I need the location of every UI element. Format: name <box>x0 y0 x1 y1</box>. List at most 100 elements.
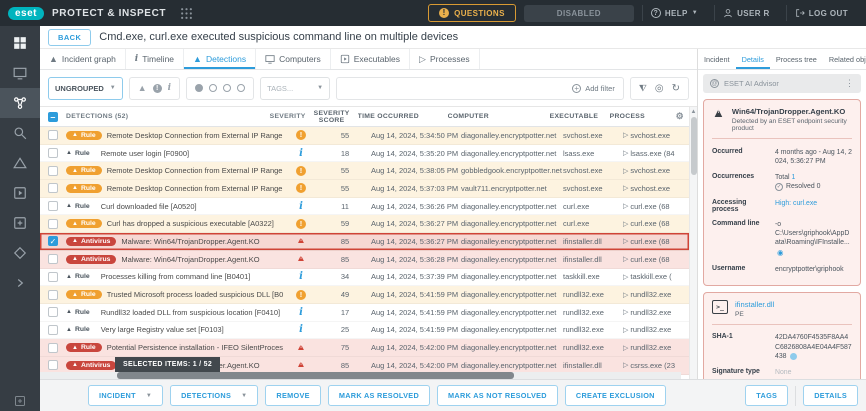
show-full-value-eye-icon[interactable]: ◉ <box>777 248 784 257</box>
tab-process-tree[interactable]: Process tree <box>770 49 823 69</box>
sidebar-item-installers[interactable] <box>0 208 40 238</box>
incident-action-button[interactable]: INCIDENT▼ <box>88 385 163 406</box>
table-settings-gear-icon[interactable]: ⚙ <box>676 111 687 122</box>
sidebar-item-automation[interactable] <box>0 238 40 268</box>
column-header-executable[interactable]: EXECUTABLE <box>550 113 610 120</box>
mark-as-not-resolved-button[interactable]: MARK AS NOT RESOLVED <box>437 385 558 406</box>
back-button[interactable]: BACK <box>48 29 91 46</box>
presets-icon[interactable]: ◎ <box>655 83 664 94</box>
mark-as-resolved-button[interactable]: MARK AS RESOLVED <box>328 385 430 406</box>
time-occurred: Aug 14, 2024, 5:41:59 PM <box>371 325 461 334</box>
table-row[interactable]: ▲RulePotential Persistence installation … <box>40 339 689 357</box>
tab-timeline[interactable]: iTimeline <box>126 49 184 69</box>
tab-related-objects[interactable]: Related objects <box>823 49 866 69</box>
table-row[interactable]: ✓▲AntivirusMalware: Win64/TrojanDropper.… <box>40 233 689 251</box>
tab-computers[interactable]: Computers <box>256 49 331 69</box>
row-checkbox[interactable] <box>48 290 58 300</box>
column-header-severity-score[interactable]: SEVERITY SCORE <box>306 110 358 124</box>
row-checkbox[interactable] <box>48 360 58 370</box>
row-checkbox[interactable] <box>48 183 58 193</box>
row-checkbox[interactable] <box>48 130 58 140</box>
row-checkbox[interactable] <box>48 343 58 353</box>
sidebar-item-incidents[interactable] <box>0 88 40 118</box>
status-filter-dot-3[interactable] <box>223 84 231 92</box>
tab-detections[interactable]: ▲Detections <box>184 49 256 69</box>
detections-action-button[interactable]: DETECTIONS▼ <box>170 385 258 406</box>
kebab-menu-icon[interactable]: ⋮ <box>845 78 854 89</box>
table-row[interactable]: ▲RuleRemote Desktop Connection from Exte… <box>40 162 689 180</box>
table-row[interactable]: ▲RuleCurl downloaded file [A0520]i11Aug … <box>40 198 689 216</box>
row-checkbox[interactable] <box>48 166 58 176</box>
row-checkbox[interactable] <box>48 307 58 317</box>
help-menu[interactable]: ? HELP ▼ <box>642 5 706 21</box>
collapse-panel-icon[interactable] <box>14 395 26 407</box>
sidebar-item-computers[interactable] <box>0 58 40 88</box>
row-checkbox[interactable] <box>48 272 58 282</box>
tab-incident[interactable]: Incident <box>698 49 736 69</box>
questions-label: QUESTIONS <box>454 9 505 18</box>
app-grid-icon[interactable] <box>180 7 193 20</box>
severity-warning-filter-icon[interactable]: ! <box>153 84 162 93</box>
column-header-process[interactable]: PROCESS <box>610 113 676 120</box>
sidebar-item-executables[interactable] <box>0 178 40 208</box>
questions-button[interactable]: ! QUESTIONS <box>428 4 516 22</box>
row-checkbox[interactable] <box>48 148 58 158</box>
table-row[interactable]: ▲RuleRemote Desktop Connection from Exte… <box>40 127 689 145</box>
status-filter-dot-2[interactable] <box>209 84 217 92</box>
column-header-computer[interactable]: COMPUTER <box>448 113 550 120</box>
select-all-checkbox[interactable]: – <box>48 112 58 122</box>
file-name-link[interactable]: ifinstaller.dll <box>735 300 774 309</box>
severity-info-filter-icon[interactable]: i <box>168 83 171 93</box>
table-row[interactable]: ▲RuleVery large Registry value set [F010… <box>40 322 689 340</box>
row-checkbox[interactable] <box>48 219 58 229</box>
tags-button[interactable]: TAGS <box>745 385 788 406</box>
status-filter-dot-1[interactable] <box>195 84 203 92</box>
vertical-scrollbar-thumb[interactable] <box>691 117 697 175</box>
row-checkbox[interactable] <box>48 201 58 211</box>
table-row[interactable]: ▲RuleRemote user login [F0900]i18Aug 14,… <box>40 145 689 163</box>
disabled-button[interactable]: DISABLED <box>524 5 634 22</box>
tags-select[interactable]: TAGS... ▼ <box>260 77 330 100</box>
sidebar-item-dashboard[interactable] <box>0 28 40 58</box>
sidebar-item-search[interactable] <box>0 118 40 148</box>
computer-name: diagonalley.encryptpotter.net <box>461 219 563 228</box>
status-filter-dot-4[interactable] <box>237 84 245 92</box>
detail-label: Occurred <box>712 148 770 167</box>
table-row[interactable]: ▲RuleCurl has dropped a suspicious execu… <box>40 215 689 233</box>
tab-executables[interactable]: Executables <box>331 49 410 69</box>
tab-incident-graph[interactable]: ▲Incident graph <box>40 49 126 69</box>
row-checkbox[interactable] <box>48 254 58 264</box>
user-menu[interactable]: USER R <box>714 5 778 21</box>
table-row[interactable]: ▲RuleProcesses killing from command line… <box>40 269 689 287</box>
scroll-up-icon[interactable]: ▲ <box>691 107 697 117</box>
column-header-detections[interactable]: DETECTIONS (52) <box>66 113 270 120</box>
sidebar-expand[interactable] <box>0 268 40 298</box>
horizontal-scrollbar-thumb[interactable] <box>117 372 514 379</box>
create-exclusion-button[interactable]: CREATE EXCLUSION <box>565 385 666 406</box>
table-row[interactable]: ▲RuleRundll32 loaded DLL from suspicious… <box>40 304 689 322</box>
process-cell: ▷lsass.exe (84 <box>623 149 689 158</box>
column-header-time-occurred[interactable]: TIME OCCURRED <box>358 113 448 120</box>
sidebar-item-detections[interactable] <box>0 148 40 178</box>
tab-processes[interactable]: ▷Processes <box>410 49 480 69</box>
horizontal-scrollbar[interactable] <box>40 372 681 379</box>
computer-name: diagonalley.encryptpotter.net <box>461 308 563 317</box>
column-header-severity[interactable]: SEVERITY <box>270 113 306 120</box>
tab-details[interactable]: Details <box>736 49 770 69</box>
row-checkbox[interactable]: ✓ <box>48 236 58 246</box>
remove-button[interactable]: REMOVE <box>265 385 320 406</box>
severity-critical-filter-icon[interactable]: ▲ <box>138 83 147 93</box>
table-row[interactable]: ▲AntivirusMalware: Win64/TrojanDropper.A… <box>40 251 689 269</box>
add-filter-field[interactable]: + Add filter <box>336 77 624 100</box>
reputation-icon[interactable] <box>790 353 797 360</box>
refresh-icon[interactable]: ↻ <box>672 83 680 94</box>
details-button[interactable]: DETAILS <box>803 385 858 406</box>
ai-advisor-button[interactable]: @ ESET AI Advisor ⋮ <box>703 74 861 93</box>
logout-button[interactable]: LOG OUT <box>786 5 856 21</box>
grouping-select[interactable]: UNGROUPED ▼ <box>48 77 123 100</box>
table-row[interactable]: ▲RuleRemote Desktop Connection from Exte… <box>40 180 689 198</box>
funnel-icon[interactable]: ⧨ <box>639 83 647 94</box>
row-checkbox[interactable] <box>48 325 58 335</box>
vertical-scrollbar[interactable]: ▲ <box>689 107 697 379</box>
table-row[interactable]: ▲RuleTrusted Microsoft process loaded su… <box>40 286 689 304</box>
